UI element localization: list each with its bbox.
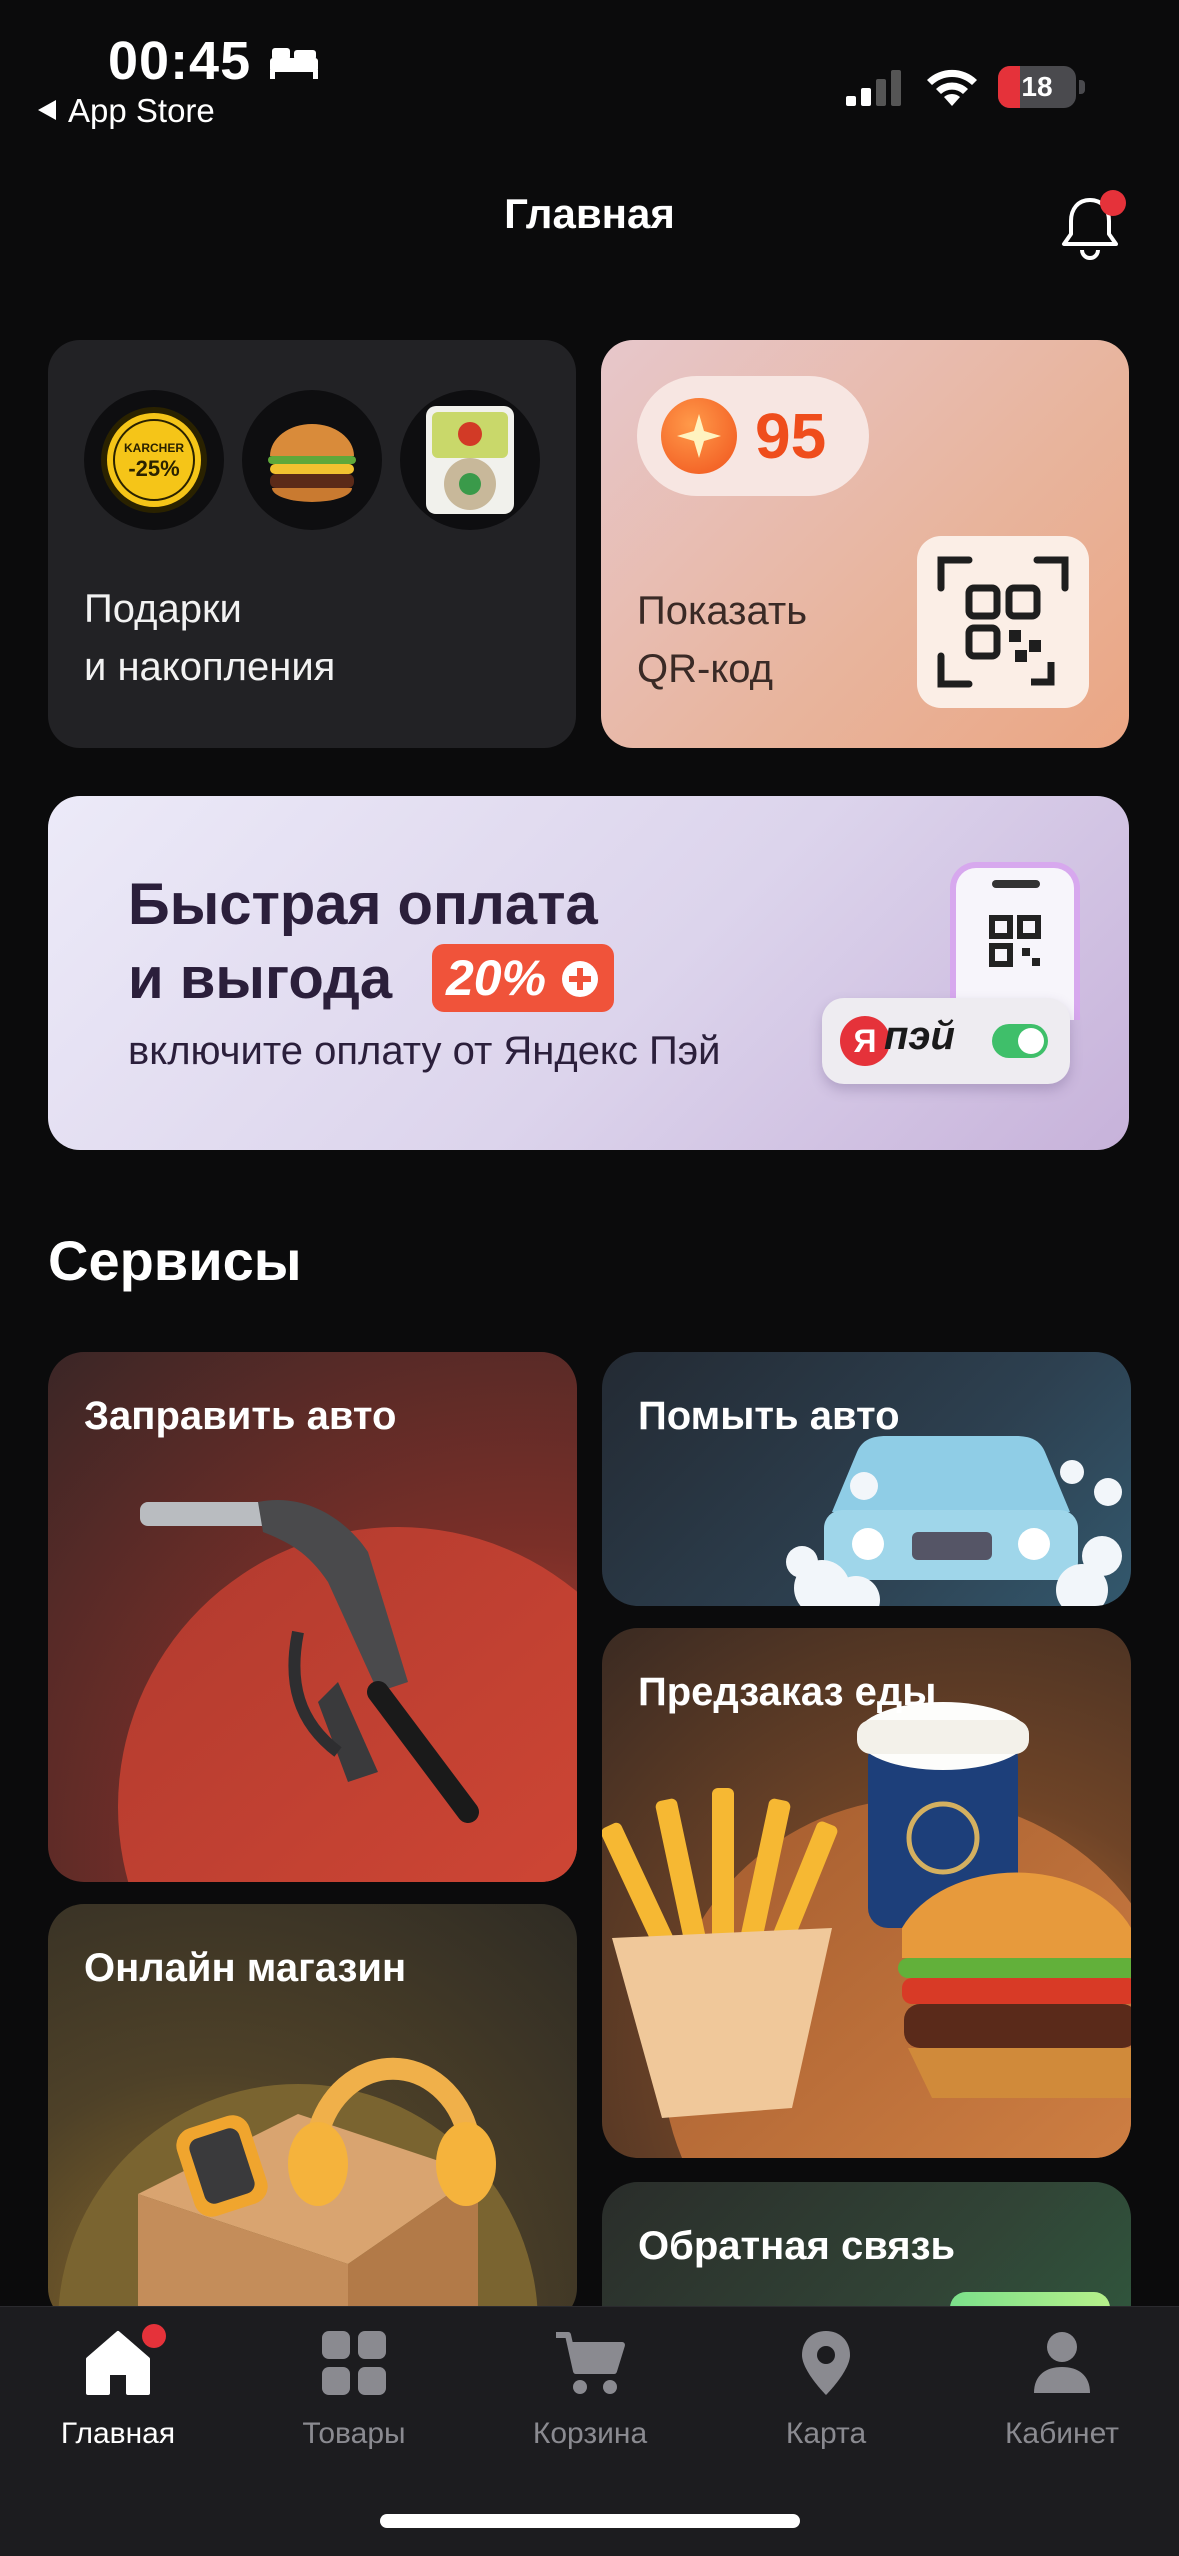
qr-code-icon: [937, 556, 1069, 688]
gifts-label: Подарки и накопления: [84, 580, 335, 696]
tab-map-label: Карта: [785, 2417, 867, 2450]
service-food-preorder[interactable]: Предзаказ еды: [602, 1628, 1131, 2158]
back-to-app-store[interactable]: App Store: [38, 92, 215, 130]
karcher-brand: KARCHER: [124, 441, 184, 455]
cart-icon: [556, 2332, 625, 2394]
service-feedback-label: Обратная связь: [638, 2224, 956, 2268]
gifts-label-line1: Подарки: [84, 587, 242, 631]
qr-code-tile[interactable]: [917, 536, 1089, 708]
burger-icon: [268, 424, 356, 502]
home-tab-badge: [142, 2324, 166, 2348]
yandex-pay-toggle[interactable]: Я пэй: [822, 998, 1070, 1084]
tab-cart-label: Корзина: [532, 2417, 648, 2450]
wifi-icon: [927, 69, 977, 106]
service-fuel-label: Заправить авто: [84, 1394, 397, 1438]
qr-label-line2: QR-код: [637, 647, 773, 691]
banner-subtitle: включите оплату от Яндекс Пэй: [128, 1029, 721, 1073]
tab-map[interactable]: Карта: [708, 2327, 944, 2451]
phone-qr-icon: [989, 915, 1041, 967]
page-title: Главная: [504, 190, 675, 237]
tab-home[interactable]: Главная: [0, 2327, 236, 2451]
yandex-logo-icon: Я: [840, 1016, 890, 1066]
battery-indicator: 18: [998, 66, 1076, 108]
tab-products[interactable]: Товары: [236, 2327, 472, 2451]
burger-thumbnail: [242, 390, 382, 530]
salad-box-icon: [426, 406, 514, 514]
map-pin-icon: [802, 2331, 850, 2395]
back-arrow-icon: [38, 100, 56, 120]
points-coin-icon: [661, 398, 737, 474]
points-value: 95: [755, 400, 827, 472]
cellular-signal-icon: [846, 70, 901, 106]
notification-badge: [1100, 190, 1126, 216]
back-app-label: App Store: [68, 92, 215, 129]
service-fuel-car[interactable]: Заправить авто: [48, 1352, 577, 1882]
profile-icon: [1034, 2332, 1090, 2393]
tab-home-label: Главная: [60, 2417, 176, 2450]
yandex-pay-promo-banner[interactable]: Быстрая оплата и выгода 20% включите опл…: [48, 796, 1129, 1150]
show-qr-code-card[interactable]: 95 Показать QR-код: [601, 340, 1129, 748]
service-wash-label: Помыть авто: [638, 1394, 900, 1438]
tab-account-label: Кабинет: [1004, 2417, 1120, 2450]
qr-label: Показать QR-код: [637, 582, 807, 698]
cashback-badge: 20%: [432, 944, 614, 1012]
tab-products-label: Товары: [302, 2417, 406, 2450]
home-indicator[interactable]: [380, 2514, 800, 2528]
gifts-label-line2: и накопления: [84, 645, 336, 689]
sleep-bed-icon: [270, 48, 318, 79]
pay-logo-text: пэй: [884, 1014, 955, 1058]
tab-cart[interactable]: Корзина: [472, 2327, 708, 2451]
points-balance: 95: [637, 376, 869, 496]
qr-label-line1: Показать: [637, 589, 808, 633]
plus-circle-icon: [561, 961, 598, 997]
battery-cap: [1079, 80, 1085, 94]
services-title: Сервисы: [48, 1229, 302, 1292]
toggle-switch[interactable]: [992, 1024, 1048, 1058]
battery-level: 18: [1021, 71, 1053, 102]
banner-title-line1: Быстрая оплата: [128, 872, 598, 937]
phone-illustration: [950, 862, 1080, 1020]
status-time: 00:45: [108, 31, 252, 91]
banner-title-line2: и выгода: [128, 946, 393, 1011]
service-car-wash[interactable]: Помыть авто: [602, 1352, 1131, 1606]
salad-box-thumbnail: [400, 390, 540, 530]
status-bar: 00:45 App Store 18: [0, 0, 1179, 140]
car-wash-icon: [786, 1436, 1122, 1606]
tab-account[interactable]: Кабинет: [944, 2327, 1179, 2451]
karcher-discount: -25%: [128, 456, 179, 481]
service-online-shop[interactable]: Онлайн магазин: [48, 1904, 577, 2324]
karcher-badge-icon: KARCHER -25%: [101, 407, 207, 513]
cashback-badge-value: 20%: [446, 950, 547, 1006]
service-food-label: Предзаказ еды: [638, 1670, 937, 1714]
karcher-coupon-thumbnail: KARCHER -25%: [84, 390, 224, 530]
grid-icon: [322, 2331, 386, 2395]
service-shop-label: Онлайн магазин: [84, 1946, 407, 1990]
gifts-and-savings-card[interactable]: KARCHER -25% Подарки и накопления: [48, 340, 576, 748]
